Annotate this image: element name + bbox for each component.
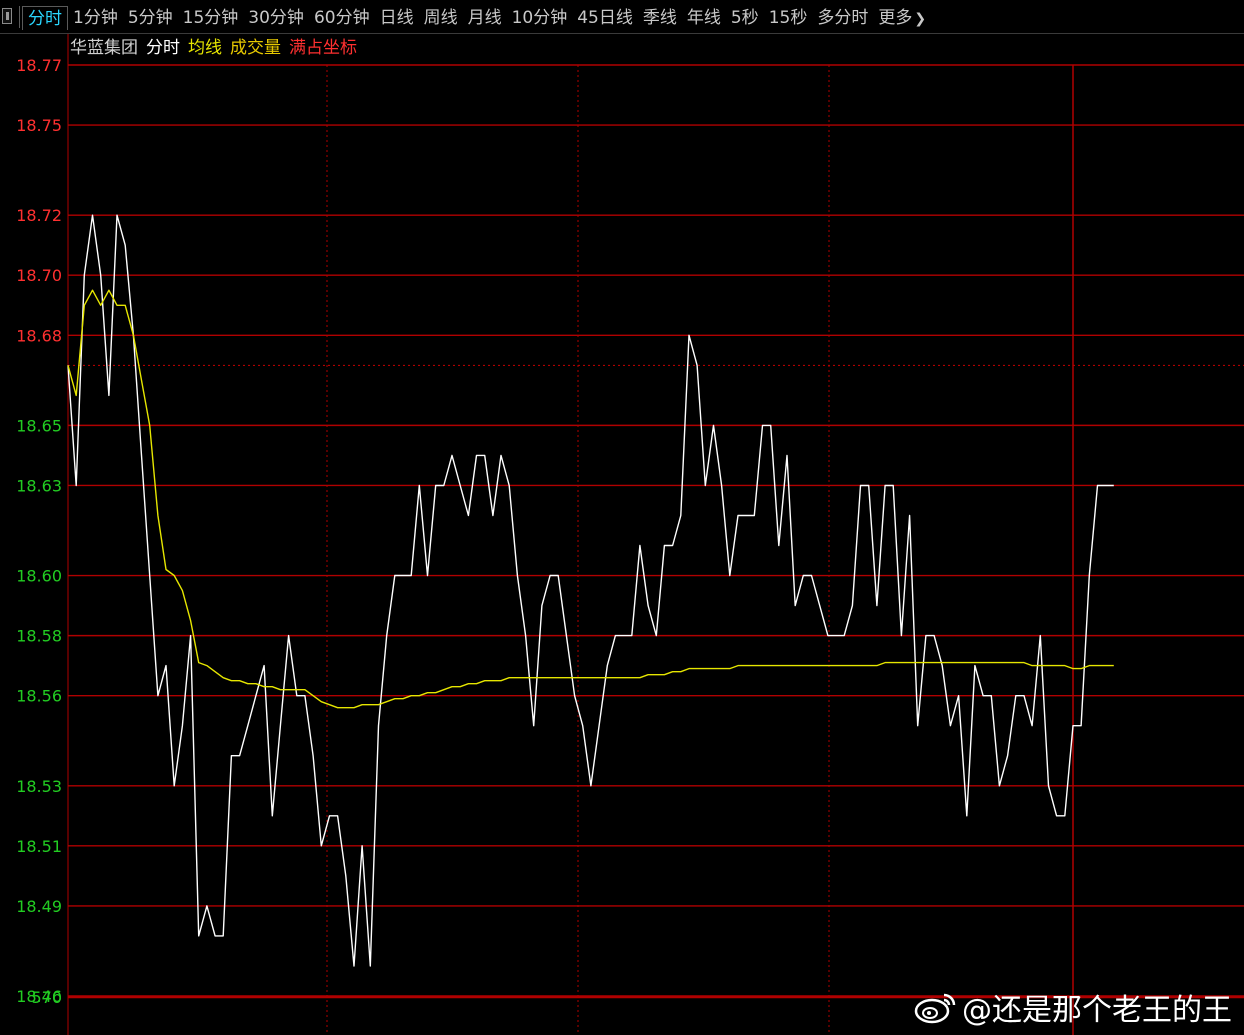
tab-label: 日线 — [379, 8, 414, 28]
tab-3[interactable]: 15分钟 — [178, 6, 244, 30]
y-tick-label: 18.58 — [16, 627, 62, 646]
y-tick-label: 18.56 — [16, 687, 62, 706]
tab-11[interactable]: 季线 — [638, 6, 682, 30]
weibo-icon — [914, 993, 956, 1024]
y-tick-label: 18.70 — [16, 266, 62, 285]
tab-label: 更多 — [878, 8, 913, 28]
y-tick-label: 18.63 — [16, 476, 62, 495]
y-tick-label: 18.51 — [16, 837, 62, 856]
y-tick-label: 18.68 — [16, 326, 62, 345]
tab-label: 年线 — [686, 8, 721, 28]
y-tick-label: 18.75 — [16, 116, 62, 135]
tab-label: 15秒 — [768, 8, 808, 28]
tab-0[interactable]: 分时 — [22, 6, 68, 30]
tab-10[interactable]: 45日线 — [572, 6, 638, 30]
tab-14[interactable]: 15秒 — [764, 6, 813, 30]
tab-7[interactable]: 周线 — [419, 6, 463, 30]
watermark-text: @还是那个老王的王 — [962, 993, 1232, 1028]
tab-label: 5秒 — [730, 8, 759, 28]
chevron-right-icon: ❯ — [914, 11, 927, 27]
volume-axis-label: 570 — [31, 988, 62, 1007]
tab-9[interactable]: 10分钟 — [507, 6, 573, 30]
menu-toggle-button[interactable] — [2, 8, 12, 24]
tab-label: 30分钟 — [248, 8, 304, 28]
tab-label: 45日线 — [577, 8, 633, 28]
tab-1[interactable]: 1分钟 — [68, 6, 123, 30]
tab-8[interactable]: 月线 — [463, 6, 507, 30]
tab-label: 10分钟 — [511, 8, 568, 28]
period-toolbar: 分时 1分钟 5分钟 15分钟 30分钟 60分钟 日线 周线 月线 10分钟 45日线 季线 年线 5秒… — [0, 0, 1244, 34]
tab-label: 周线 — [423, 8, 458, 28]
tab-4[interactable]: 30分钟 — [243, 6, 309, 30]
tab-16[interactable]: 更多 ❯ — [873, 6, 931, 30]
tab-label: 分时 — [28, 9, 62, 29]
toolbar-separator — [19, 6, 20, 28]
tab-label: 15分钟 — [182, 8, 239, 28]
tab-5[interactable]: 60分钟 — [309, 6, 375, 30]
tab-label: 月线 — [467, 8, 502, 28]
tab-12[interactable]: 年线 — [682, 6, 726, 30]
y-tick-label: 18.65 — [16, 416, 62, 435]
y-tick-label: 18.77 — [16, 56, 62, 75]
tab-6[interactable]: 日线 — [375, 6, 419, 30]
tab-label: 60分钟 — [313, 8, 370, 28]
y-tick-label: 18.60 — [16, 567, 62, 586]
price-line — [67, 214, 1114, 967]
y-tick-label: 18.49 — [16, 897, 62, 916]
period-tabs: 分时 1分钟 5分钟 15分钟 30分钟 60分钟 日线 周线 月线 10分钟 45日线 季线 年线 5秒… — [22, 6, 931, 30]
tab-label: 5分钟 — [127, 8, 173, 28]
weibo-watermark: @还是那个老王的王 — [914, 985, 1232, 1029]
average-line — [67, 289, 1114, 709]
tab-13[interactable]: 5秒 — [726, 6, 764, 30]
tab-label: 1分钟 — [73, 8, 118, 28]
tab-label: 季线 — [642, 8, 677, 28]
tab-2[interactable]: 5分钟 — [123, 6, 178, 30]
intraday-chart[interactable]: 18.77 18.75 18.72 18.70 18.68 18.65 18.63 18.60… — [0, 34, 1244, 1035]
tab-label: 多分时 — [817, 8, 869, 28]
tab-15[interactable]: 多分时 — [812, 6, 873, 30]
y-tick-label: 18.72 — [16, 206, 62, 225]
y-tick-label: 18.53 — [16, 777, 62, 796]
